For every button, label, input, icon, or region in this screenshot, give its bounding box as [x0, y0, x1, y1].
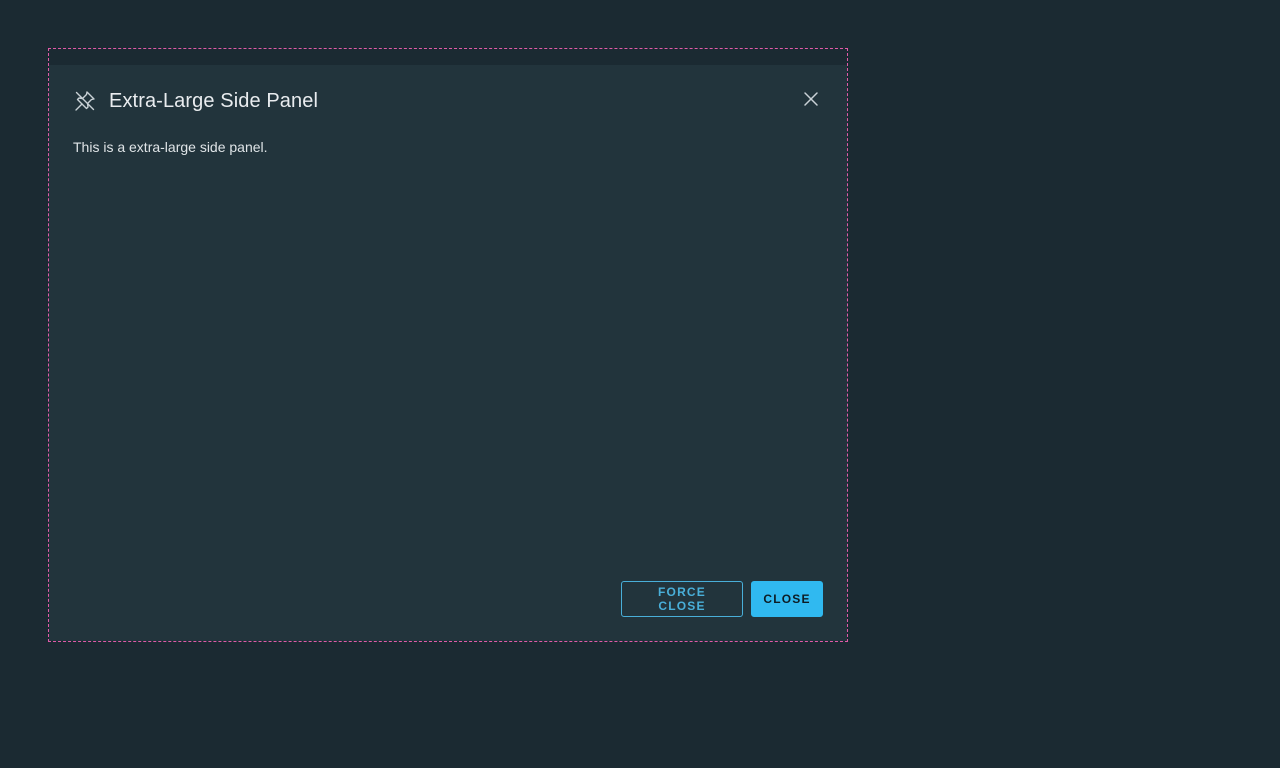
side-panel: Extra-Large Side Panel This is a extra-l…	[49, 65, 847, 641]
force-close-button[interactable]: FORCE CLOSE	[621, 581, 743, 617]
close-icon	[803, 91, 819, 112]
pin-icon	[74, 90, 96, 112]
panel-body-text: This is a extra-large side panel.	[73, 139, 268, 155]
close-x-button[interactable]	[799, 89, 823, 113]
pin-button[interactable]	[73, 89, 97, 113]
panel-footer: FORCE CLOSE CLOSE	[621, 581, 823, 617]
panel-header: Extra-Large Side Panel	[73, 89, 823, 113]
close-button[interactable]: CLOSE	[751, 581, 823, 617]
panel-title: Extra-Large Side Panel	[109, 90, 318, 112]
